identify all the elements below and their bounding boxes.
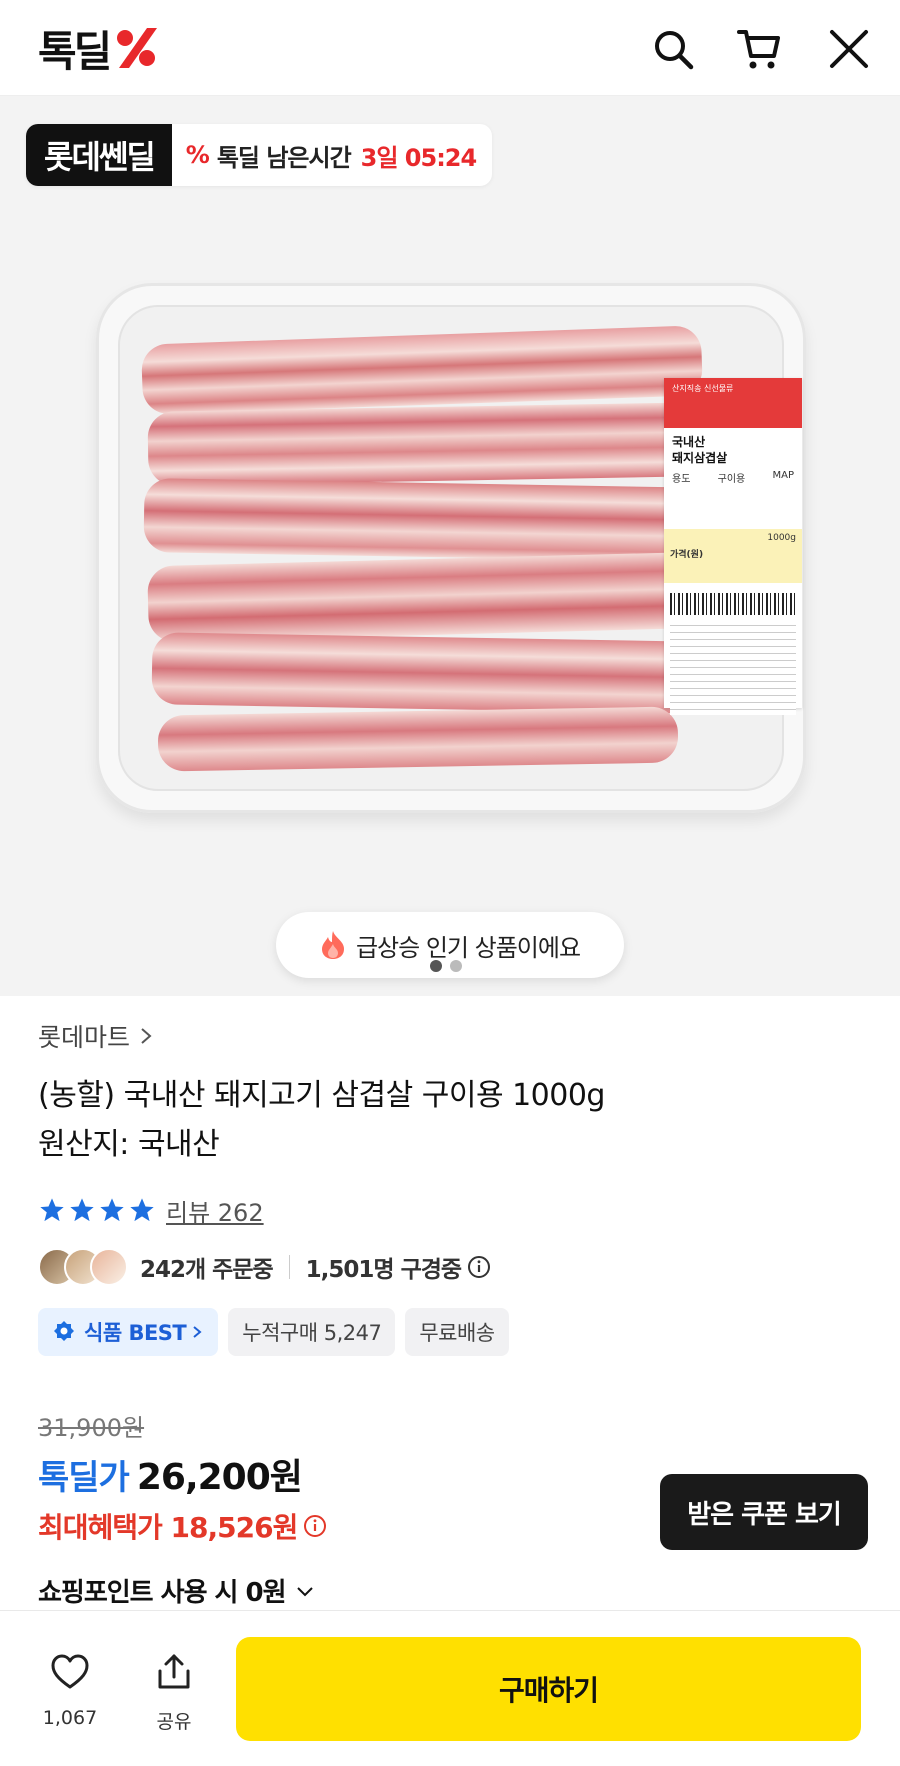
deal-timer-badge: 롯데쎈딜 % 톡딜 남은시간 3일 05:24 [26, 124, 493, 186]
product-label-sticker: 산지직송 신선물류 국내산 돼지삼겹살 용도 구이용 MAP 1000g 가격(… [664, 378, 802, 715]
chevron-right-icon [193, 1326, 202, 1338]
fire-icon [321, 931, 344, 959]
shopping-points-toggle[interactable]: 쇼핑포인트 사용 시 0원 [38, 1572, 868, 1609]
max-benefit-price: 최대혜택가 18,526원 [38, 1511, 298, 1544]
viewers-count: 1,501명 구경중 [305, 1257, 462, 1283]
talkdeal-logo[interactable]: 톡딜 [38, 24, 161, 76]
label-usage-label: 용도 [672, 474, 691, 485]
carousel-dot[interactable] [450, 960, 462, 972]
label-weight: 1000g [767, 533, 796, 543]
avatar [90, 1248, 128, 1286]
label-usage-value: 구이용 [717, 474, 746, 485]
lotte-deal-brand: 롯데쎈딜 [26, 124, 172, 186]
view-coupons-button[interactable]: 받은 쿠폰 보기 [660, 1474, 868, 1550]
buy-button[interactable]: 구매하기 [236, 1637, 861, 1741]
product-info: 롯데마트 (농할) 국내산 돼지고기 삼겹살 구이용 1000g 원산지: 국내… [38, 996, 868, 1356]
barcode-image [670, 593, 796, 615]
popular-text: 급상승 인기 상품이에요 [355, 933, 581, 962]
share-button[interactable]: 공유 [134, 1651, 214, 1734]
close-icon[interactable] [826, 26, 872, 72]
original-price: 31,900원 [38, 1414, 145, 1442]
deal-price-value: 26,200원 [136, 1457, 303, 1498]
cart-icon[interactable] [736, 26, 782, 72]
bottom-action-bar: 1,067 공유 구매하기 [0, 1610, 900, 1766]
buyer-avatars [38, 1248, 128, 1286]
percent-icon: % [185, 141, 210, 169]
deal-time-value: 3일 05:24 [360, 143, 478, 172]
rating-row: 리뷰 262 [38, 1190, 868, 1230]
info-icon[interactable] [303, 1514, 327, 1538]
seller-name: 롯데마트 [38, 1023, 131, 1052]
label-usage-row: 용도 구이용 MAP [672, 470, 794, 485]
info-icon[interactable] [467, 1255, 491, 1279]
badge-icon [54, 1321, 74, 1341]
label-price: 가격(원) [670, 550, 704, 560]
label-product-name: 돼지삼겹살 [672, 451, 728, 465]
app-header: 톡딜 [0, 0, 900, 96]
order-stats-row: 242개 주문중 1,501명 구경중 [38, 1244, 868, 1290]
review-link[interactable]: 리뷰 262 [166, 1193, 264, 1228]
chevron-down-icon [296, 1586, 313, 1596]
divider [288, 1255, 290, 1279]
cumulative-purchase-chip: 누적구매 5,247 [228, 1308, 396, 1356]
pork-belly-strip [143, 478, 715, 562]
orders-count: 242개 주문중 [140, 1257, 274, 1283]
label-body: 국내산 돼지삼겹살 용도 구이용 MAP [664, 428, 802, 491]
star-icon [100, 1198, 124, 1222]
like-count: 1,067 [42, 1707, 98, 1729]
shopping-points-text: 쇼핑포인트 사용 시 0원 [38, 1578, 287, 1608]
label-price-box: 1000g 가격(원) [664, 529, 802, 583]
deal-price-label: 톡딜가 [38, 1458, 130, 1498]
star-icon [70, 1198, 94, 1222]
share-icon [158, 1654, 190, 1689]
product-title: (농할) 국내산 돼지고기 삼겹살 구이용 1000g [38, 1078, 605, 1113]
food-best-chip[interactable]: 식품 BEST [38, 1308, 219, 1356]
share-label: 공유 [156, 1711, 192, 1733]
deal-remaining-time: % 톡딜 남은시간 3일 05:24 [172, 124, 492, 186]
logo-text: 톡딜 [38, 26, 112, 76]
chevron-right-icon [141, 1028, 152, 1044]
star-icon [40, 1198, 64, 1222]
product-image-carousel[interactable]: 롯데쎈딜 % 톡딜 남은시간 3일 05:24 산지직송 신선물류 국내산 돼지… [0, 96, 900, 996]
carousel-indicator[interactable] [430, 960, 462, 972]
search-icon[interactable] [650, 26, 696, 72]
seller-link[interactable]: 롯데마트 [38, 1016, 868, 1056]
pork-belly-strip [157, 706, 679, 772]
heart-icon [51, 1654, 89, 1689]
label-origin: 국내산 [672, 435, 706, 449]
star-rating [38, 1196, 156, 1224]
pork-belly-strip [147, 402, 709, 486]
label-header: 산지직송 신선물류 [664, 378, 802, 428]
product-origin: 원산지: 국내산 [38, 1127, 220, 1162]
label-map: MAP [772, 470, 794, 481]
product-chips: 식품 BEST 누적구매 5,247 무료배송 [38, 1308, 868, 1356]
label-fine-print [670, 625, 796, 715]
pork-belly-strip [140, 325, 704, 415]
free-shipping-chip: 무료배송 [405, 1308, 509, 1356]
deal-time-label: 톡딜 남은시간 [216, 143, 352, 172]
price-section: 31,900원 톡딜가 26,200원 최대혜택가 18,526원 받은 쿠폰 … [38, 1408, 868, 1609]
carousel-dot[interactable] [430, 960, 442, 972]
food-best-label: 식품 BEST [84, 1321, 187, 1345]
pork-belly-strip [147, 551, 709, 643]
star-icon [130, 1198, 154, 1222]
percent-logo-icon [117, 28, 158, 68]
like-button[interactable]: 1,067 [30, 1651, 110, 1729]
pork-belly-strip [151, 632, 703, 714]
